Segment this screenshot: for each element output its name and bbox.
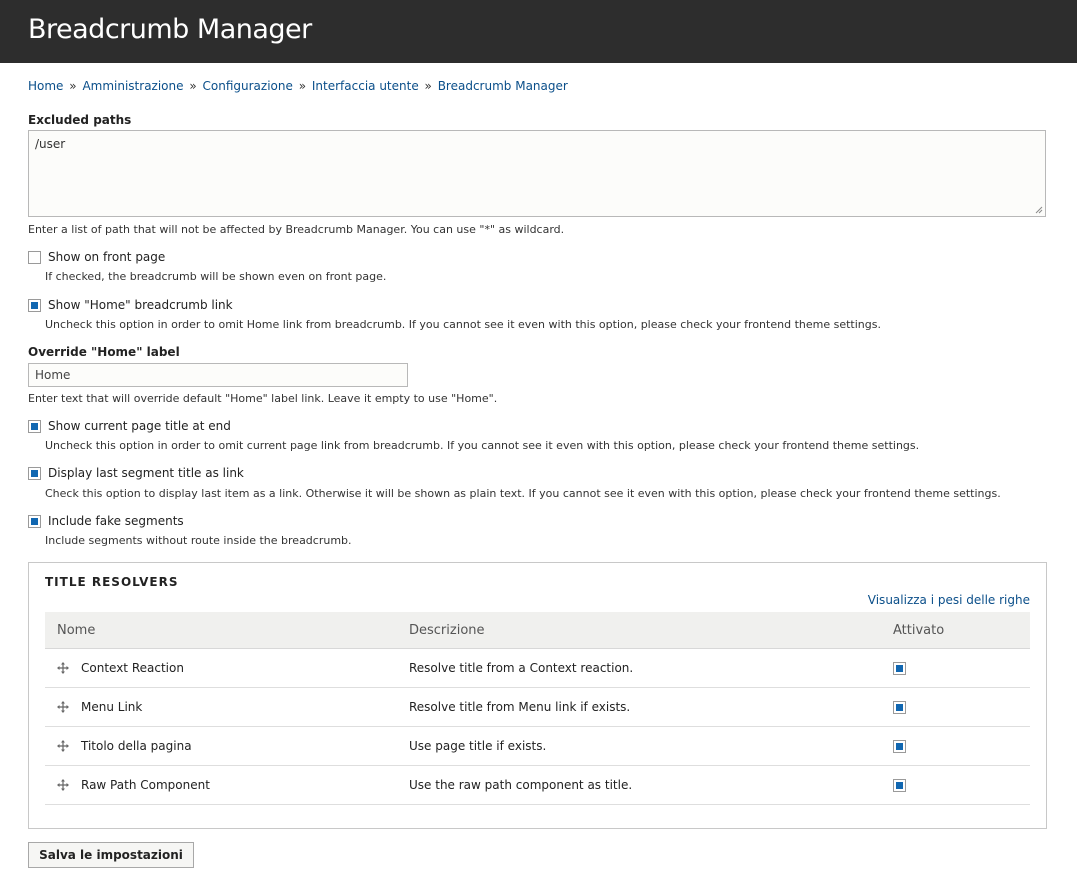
- resolver-description: Resolve title from a Context reaction.: [409, 661, 634, 675]
- option-fake-segments[interactable]: Include fake segments: [28, 514, 184, 528]
- show-home-link-label: Show "Home" breadcrumb link: [48, 298, 233, 312]
- resolver-description: Use the raw path component as title.: [409, 778, 633, 792]
- breadcrumb-link-home[interactable]: Home: [28, 79, 63, 93]
- column-header-descrizione: Descrizione: [409, 622, 485, 638]
- column-header-nome: Nome: [57, 622, 96, 638]
- resolver-enabled-checkbox[interactable]: [893, 739, 906, 753]
- fake-segments-checkbox[interactable]: [28, 514, 41, 528]
- table-row: Raw Path Component Use the raw path comp…: [45, 766, 1030, 805]
- resolver-name: Raw Path Component: [81, 778, 210, 792]
- excluded-paths-value: /user: [35, 137, 66, 151]
- option-show-home-link[interactable]: Show "Home" breadcrumb link: [28, 298, 233, 312]
- breadcrumb-link-interfaccia-utente[interactable]: Interfaccia utente: [312, 79, 419, 93]
- show-front-page-description: If checked, the breadcrumb will be shown…: [45, 270, 387, 283]
- table-header: Nome Descrizione Attivato: [45, 612, 1030, 649]
- override-home-input[interactable]: Home: [28, 363, 408, 387]
- title-resolvers-table: Nome Descrizione Attivato Context Reacti…: [45, 612, 1030, 805]
- last-segment-link-description: Check this option to display last item a…: [45, 487, 1001, 500]
- option-last-segment-link[interactable]: Display last segment title as link: [28, 466, 244, 480]
- breadcrumb: Home » Amministrazione » Configurazione …: [28, 79, 568, 93]
- resolver-description: Resolve title from Menu link if exists.: [409, 700, 631, 714]
- show-front-page-label: Show on front page: [48, 250, 166, 264]
- title-resolvers-legend: TITLE RESOLVERS: [45, 575, 179, 589]
- last-segment-link-label: Display last segment title as link: [48, 466, 244, 480]
- override-home-label: Override "Home" label: [28, 345, 180, 359]
- resolver-enabled-checkbox[interactable]: [893, 700, 906, 714]
- resolver-description: Use page title if exists.: [409, 739, 547, 753]
- show-current-title-description: Uncheck this option in order to omit cur…: [45, 439, 920, 452]
- override-home-description: Enter text that will override default "H…: [28, 392, 498, 405]
- column-header-attivato: Attivato: [893, 622, 945, 638]
- excluded-paths-label: Excluded paths: [28, 113, 132, 127]
- breadcrumb-separator: »: [298, 79, 307, 93]
- breadcrumb-separator: »: [69, 79, 77, 93]
- page-header: Breadcrumb Manager: [0, 0, 1077, 63]
- show-front-page-checkbox[interactable]: [28, 250, 41, 264]
- excluded-paths-textarea[interactable]: /user: [28, 130, 1046, 217]
- table-row: Menu Link Resolve title from Menu link i…: [45, 688, 1030, 727]
- breadcrumb-separator: »: [424, 79, 432, 93]
- resolver-enabled-checkbox[interactable]: [893, 778, 906, 792]
- show-row-weights-link[interactable]: Visualizza i pesi delle righe: [868, 593, 1030, 607]
- fake-segments-description: Include segments without route inside th…: [45, 534, 352, 547]
- resolver-name: Titolo della pagina: [81, 739, 192, 753]
- breadcrumb-link-breadcrumb-manager[interactable]: Breadcrumb Manager: [438, 79, 568, 93]
- show-current-title-checkbox[interactable]: [28, 419, 41, 433]
- title-resolvers-fieldset: TITLE RESOLVERS Visualizza i pesi delle …: [28, 562, 1047, 829]
- save-settings-button[interactable]: Salva le impostazioni: [28, 842, 194, 868]
- drag-handle-icon[interactable]: [57, 779, 69, 791]
- breadcrumb-link-amministrazione[interactable]: Amministrazione: [82, 79, 183, 93]
- show-home-link-checkbox[interactable]: [28, 298, 41, 312]
- show-current-title-label: Show current page title at end: [48, 419, 231, 433]
- drag-handle-icon[interactable]: [57, 740, 69, 752]
- resolver-name: Context Reaction: [81, 661, 184, 675]
- fake-segments-label: Include fake segments: [48, 514, 184, 528]
- excluded-paths-description: Enter a list of path that will not be af…: [28, 223, 565, 236]
- option-show-current-title[interactable]: Show current page title at end: [28, 419, 231, 433]
- override-home-value: Home: [35, 368, 71, 382]
- page-title: Breadcrumb Manager: [28, 14, 312, 45]
- drag-handle-icon[interactable]: [57, 662, 69, 674]
- drag-handle-icon[interactable]: [57, 701, 69, 713]
- show-home-link-description: Uncheck this option in order to omit Hom…: [45, 318, 881, 331]
- last-segment-link-checkbox[interactable]: [28, 466, 41, 480]
- table-row: Titolo della pagina Use page title if ex…: [45, 727, 1030, 766]
- resolver-name: Menu Link: [81, 700, 143, 714]
- option-show-front-page[interactable]: Show on front page: [28, 250, 165, 264]
- breadcrumb-separator: »: [189, 79, 197, 93]
- breadcrumb-link-configurazione[interactable]: Configurazione: [203, 79, 293, 93]
- table-row: Context Reaction Resolve title from a Co…: [45, 649, 1030, 688]
- resolver-enabled-checkbox[interactable]: [893, 661, 906, 675]
- resize-grip-icon[interactable]: [1035, 206, 1043, 214]
